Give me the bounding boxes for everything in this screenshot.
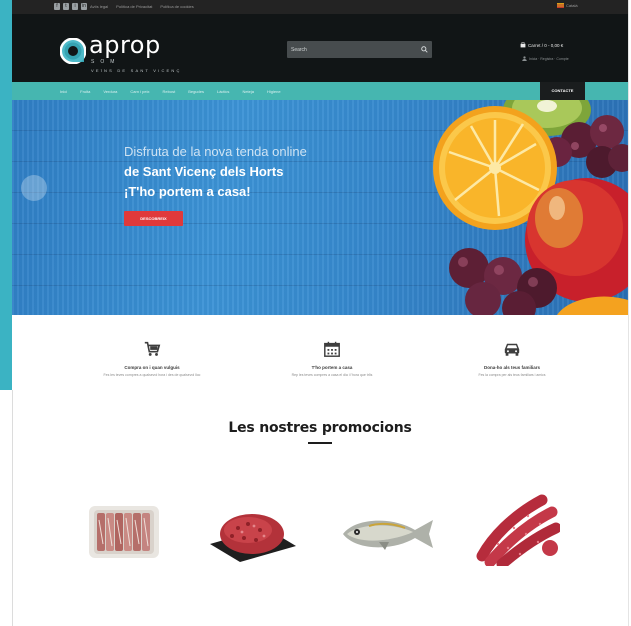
language-selector[interactable]: Català [557, 3, 578, 8]
slider-prev-button[interactable] [21, 175, 47, 201]
feature-item: Dona-ho als teus familiars Fes la compra… [422, 340, 602, 378]
cookies-link[interactable]: Política de cookies [160, 3, 193, 10]
contact-button-label: CONTACTE [551, 88, 574, 93]
product-minced-meat[interactable] [208, 506, 298, 562]
search-icon[interactable] [421, 46, 428, 53]
main-navigation: Inici Fruita Verdura Carn i peix Rebost … [12, 82, 628, 100]
cart-label: Carret / 0 - 0,00 € [528, 42, 564, 48]
nav-item-rebost[interactable]: Rebost [163, 89, 176, 94]
feature-description: Fes la compra per als teus familiars i a… [478, 373, 546, 377]
hero-headline-1: Disfruta de la nova tenda online [124, 144, 307, 159]
feature-description: Rep les teves compres a casa el dia i l'… [291, 373, 373, 377]
feature-description: Fes les teves compres a qualsevol hora i… [103, 373, 201, 377]
language-label: Català [566, 3, 578, 8]
feature-item: Compra on i quan vulguis Fes les teves c… [62, 340, 242, 378]
cart-summary[interactable]: Carret / 0 - 0,00 € [520, 42, 563, 48]
brand-tagline-1: SOM [91, 59, 121, 65]
feature-title: Dona-ho als teus familiars [483, 365, 540, 370]
product-sausages[interactable] [472, 488, 560, 566]
cart-icon [144, 341, 161, 356]
search-input[interactable] [291, 44, 411, 55]
legal-link[interactable]: Aviís legal [90, 3, 108, 10]
website-frame: f t i in Aviís legal Política de Privaci… [12, 0, 628, 626]
promotions-title: Les nostres promocions [228, 420, 412, 436]
hero-cta-button[interactable]: DESCOBREIX [124, 211, 183, 226]
catalan-flag-icon [557, 3, 564, 8]
feature-item: T'ho portem a casa Rep les teves compres… [242, 340, 422, 378]
feature-title: T'ho portem a casa [311, 365, 353, 370]
site-header: aprop SOM VEÏNS DE SANT VICENÇ Carret / … [12, 14, 628, 82]
left-accent-bar [0, 0, 12, 390]
top-utility-bar: f t i in Aviís legal Política de Privaci… [12, 0, 628, 14]
title-underline [308, 442, 332, 444]
logo-icon[interactable] [60, 38, 86, 64]
nav-item-fruita[interactable]: Fruita [80, 89, 90, 94]
account-label: Inicia · Registra · Compte [529, 56, 569, 61]
user-icon [522, 56, 527, 61]
hero-headline-2: de Sant Vicenç dels Horts [124, 164, 284, 179]
nav-item-higiene[interactable]: Higiene [267, 89, 281, 94]
brand-name[interactable]: aprop [89, 32, 161, 58]
shopping-bag-icon [520, 42, 526, 48]
nav-item-inici[interactable]: Inici [60, 89, 67, 94]
social-links: f t i in [54, 3, 87, 10]
nav-menu: Inici Fruita Verdura Carn i peix Rebost … [60, 82, 281, 100]
nav-item-neteja[interactable]: Neteja [242, 89, 254, 94]
car-icon [504, 343, 520, 356]
page: f t i in Aviís legal Política de Privaci… [0, 0, 631, 626]
fruit-image [433, 100, 628, 315]
privacy-link[interactable]: Política de Privacitat [116, 3, 152, 10]
nav-item-lactics[interactable]: Làctics [217, 89, 229, 94]
nav-item-carn-peix[interactable]: Carn i peix [130, 89, 149, 94]
hero-headline-3: ¡T'ho portem a casa! [124, 184, 251, 199]
feature-title: Compra on i quan vulguis [124, 365, 180, 370]
linkedin-icon[interactable]: in [81, 3, 87, 10]
twitter-icon[interactable]: t [63, 3, 69, 10]
product-sea-bream[interactable] [339, 512, 435, 554]
instagram-icon[interactable]: i [72, 3, 78, 10]
product-bacon-tray[interactable] [85, 500, 165, 562]
calendar-icon [324, 341, 340, 357]
hero-banner: Disfruta de la nova tenda online de Sant… [12, 100, 628, 315]
legal-links: Aviís legal Política de Privacitat Polít… [90, 3, 194, 10]
hero-cta-label: DESCOBREIX [140, 216, 167, 221]
nav-item-verdura[interactable]: Verdura [103, 89, 117, 94]
search-box [287, 41, 432, 58]
features-row: Compra on i quan vulguis Fes les teves c… [62, 340, 602, 400]
right-border-line [628, 0, 629, 626]
contact-button[interactable]: CONTACTE [540, 82, 585, 102]
brand-tagline-2: VEÏNS DE SANT VICENÇ [91, 68, 182, 73]
facebook-icon[interactable]: f [54, 3, 60, 10]
account-links[interactable]: Inicia · Registra · Compte [522, 56, 569, 61]
nav-item-begudes[interactable]: Begudes [188, 89, 204, 94]
